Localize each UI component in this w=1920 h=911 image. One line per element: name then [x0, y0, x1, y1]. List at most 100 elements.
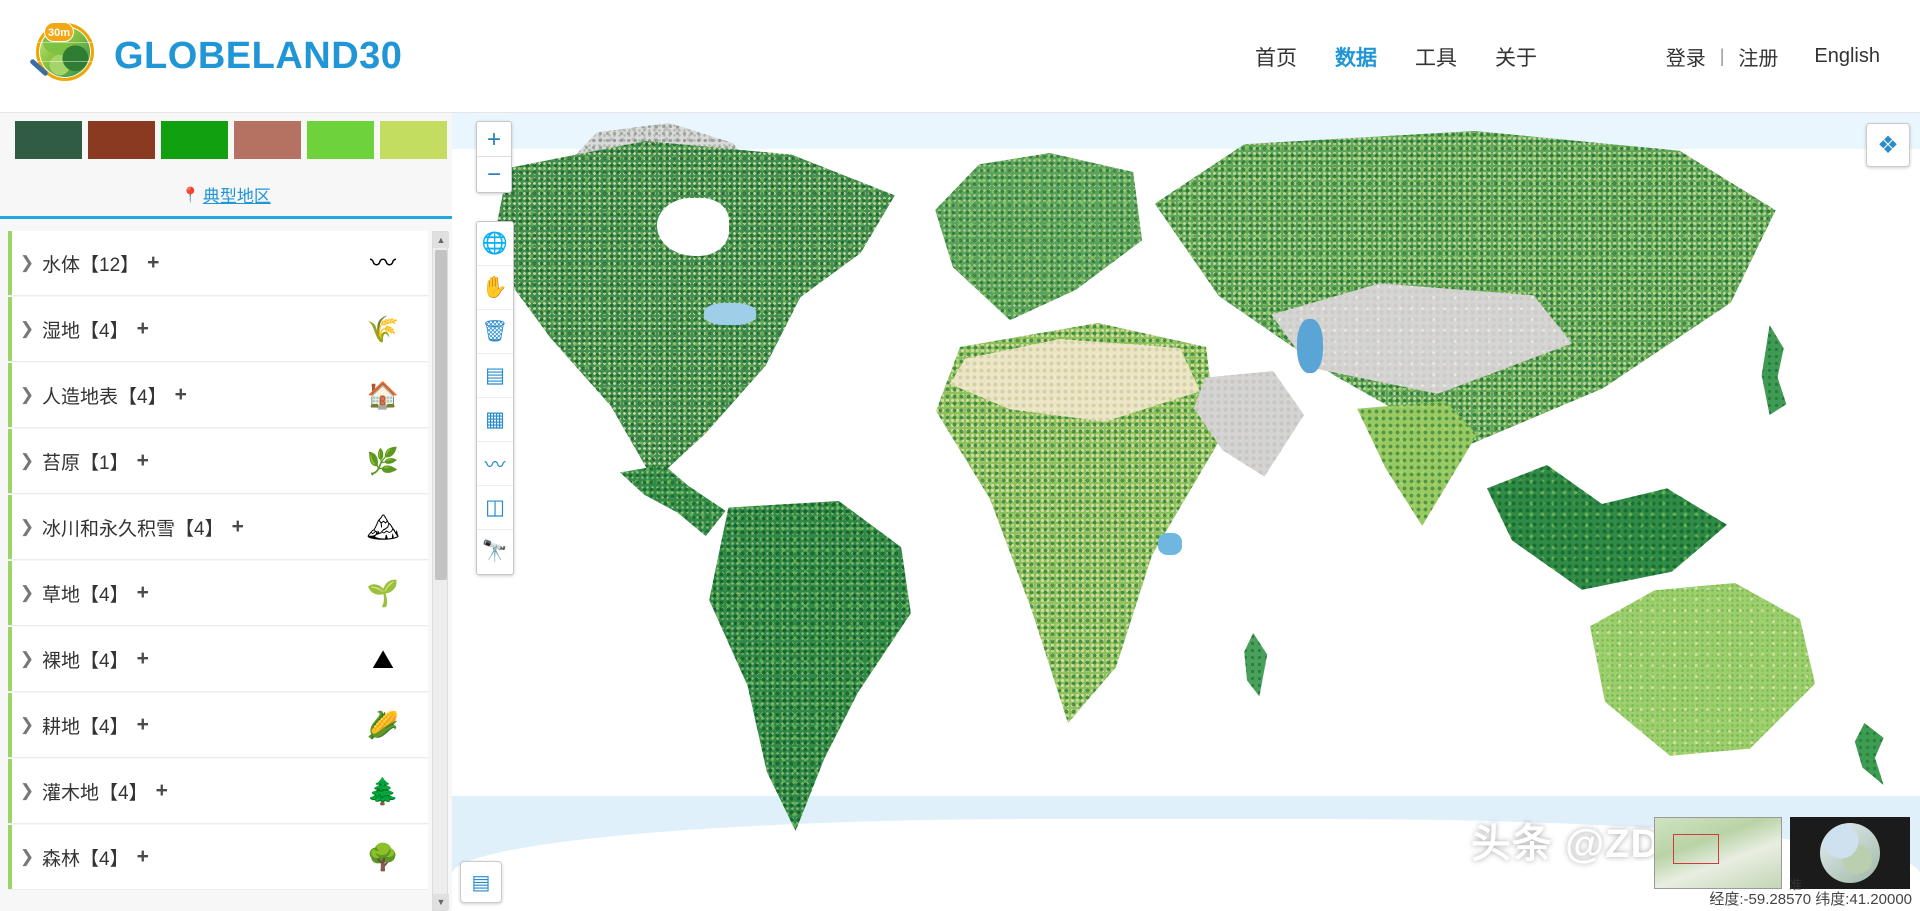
language-switch[interactable]: English [1814, 45, 1880, 68]
chevron-right-icon[interactable]: ❯ [12, 781, 42, 801]
measure-distance-tool-icon[interactable]: ▦ [477, 398, 513, 442]
category-label: 森林【4】 [42, 848, 129, 870]
logo-text: GLOBELAND30 [114, 34, 403, 77]
list-item[interactable]: ❯ 森林【4】 + 🌳 [8, 825, 428, 889]
list-item[interactable]: ❯ 灌木地【4】 + 🌲 [8, 759, 428, 823]
category-thumbnail-icon: 🏠 [366, 380, 400, 410]
list-item[interactable]: ❯ 草地【4】 + 🌱 [8, 561, 428, 625]
category-thumbnail-icon: 🌳 [366, 842, 400, 872]
chevron-right-icon[interactable]: ❯ [12, 649, 42, 669]
chevron-right-icon[interactable]: ❯ [12, 319, 42, 339]
legend-swatch[interactable] [307, 121, 374, 159]
chevron-right-icon[interactable]: ❯ [12, 847, 42, 867]
chevron-right-icon[interactable]: ❯ [12, 517, 42, 537]
great-lakes-water [704, 303, 756, 325]
nav-item-about[interactable]: 关于 [1495, 42, 1537, 72]
add-layer-button[interactable]: + [137, 845, 149, 869]
logo-resolution-badge: 30m [44, 22, 74, 42]
map-toolbar: 🌐 ✋ 🗑 ▤ ▦ 〰 ◫ 🔭 [476, 221, 514, 575]
list-item[interactable]: ❯ 冰川和永久积雪【4】 + 🏔 [8, 495, 428, 559]
globe-tool-icon[interactable]: 🌐 [477, 222, 513, 266]
chevron-right-icon[interactable]: ❯ [12, 715, 42, 735]
category-label: 草地【4】 [42, 584, 129, 606]
add-layer-button[interactable]: + [147, 251, 159, 275]
category-thumbnail-icon: 🌽 [366, 710, 400, 740]
sidebar-scrollbar[interactable]: ▲ ▼ [432, 231, 449, 911]
category-label: 裸地【4】 [42, 650, 129, 672]
zoom-control: + − [476, 121, 512, 193]
globe-preview-icon [1820, 823, 1880, 883]
add-layer-button[interactable]: + [137, 647, 149, 671]
legend-swatch[interactable] [234, 121, 301, 159]
nav-item-tools[interactable]: 工具 [1415, 42, 1457, 72]
typical-area-tab[interactable]: 📍 典型地区 [0, 173, 452, 219]
list-item[interactable]: ❯ 人造地表【4】 + 🏠 [8, 363, 428, 427]
chevron-right-icon[interactable]: ❯ [12, 253, 42, 273]
category-label: 冰川和永久积雪【4】 [42, 518, 224, 540]
chevron-right-icon[interactable]: ❯ [12, 583, 42, 603]
layer-sidebar: 📍 典型地区 ❯ 水体【12】 + 〰 ❯ 湿地【4】 + 🌾 ❯ 人造地表【4… [0, 113, 452, 911]
list-item[interactable]: ❯ 耕地【4】 + 🌽 [8, 693, 428, 757]
legend-toggle-icon[interactable]: ▤ [460, 861, 502, 903]
category-label: 灌木地【4】 [42, 782, 148, 804]
add-layer-button[interactable]: + [137, 317, 149, 341]
zoom-in-button[interactable]: + [477, 122, 511, 157]
add-layer-button[interactable]: + [137, 449, 149, 473]
category-thumbnail-icon: 🌿 [366, 446, 400, 476]
map-canvas[interactable]: + − 🌐 ✋ 🗑 ▤ ▦ 〰 ◫ 🔭 ❖ ▤ 头条 @ZDYGIS 准 经度:… [452, 113, 1920, 911]
location-pin-icon: 📍 [181, 186, 200, 204]
account-navigation: 登录 | 注册 English [1666, 0, 1880, 113]
add-layer-button[interactable]: + [137, 581, 149, 605]
typical-area-label: 典型地区 [202, 187, 271, 206]
category-thumbnail-icon: 🌲 [366, 776, 400, 806]
scroll-up-arrow[interactable]: ▲ [433, 232, 449, 248]
legend-swatch[interactable] [380, 121, 447, 159]
login-link[interactable]: 登录 [1666, 42, 1706, 71]
category-thumbnail-icon: 🌾 [366, 314, 400, 344]
category-label: 湿地【4】 [42, 320, 129, 342]
globe-logo-icon: 30m [26, 19, 100, 93]
overview-map[interactable] [1654, 817, 1782, 889]
zoom-out-button[interactable]: − [477, 157, 511, 192]
scrollbar-thumb[interactable] [435, 250, 447, 580]
binoculars-tool-icon[interactable]: 🔭 [477, 530, 513, 574]
chevron-right-icon[interactable]: ❯ [12, 385, 42, 405]
legend-swatch[interactable] [88, 121, 155, 159]
category-thumbnail-icon: 〰 [369, 248, 396, 278]
list-item[interactable]: ❯ 水体【12】 + 〰 [8, 231, 428, 295]
category-label: 水体【12】 [42, 254, 140, 276]
scroll-down-arrow[interactable]: ▼ [433, 894, 449, 910]
polyline-tool-icon[interactable]: 〰 [477, 442, 513, 486]
chevron-right-icon[interactable]: ❯ [12, 451, 42, 471]
add-layer-button[interactable]: + [175, 383, 187, 407]
pan-tool-icon[interactable]: ✋ [477, 266, 513, 310]
nav-item-data[interactable]: 数据 [1335, 42, 1377, 72]
delete-tool-icon[interactable]: 🗑 [477, 310, 513, 354]
swipe-tool-icon[interactable]: ◫ [477, 486, 513, 530]
category-label: 耕地【4】 [42, 716, 129, 738]
register-link[interactable]: 注册 [1738, 42, 1778, 71]
list-item[interactable]: ❯ 湿地【4】 + 🌾 [8, 297, 428, 361]
legend-swatch[interactable] [161, 121, 228, 159]
nav-item-home[interactable]: 首页 [1255, 42, 1297, 72]
hudson-bay [657, 198, 729, 256]
category-list: ❯ 水体【12】 + 〰 ❯ 湿地【4】 + 🌾 ❯ 人造地表【4】 + 🏠 ❯… [8, 231, 428, 911]
main-navigation: 首页 数据 工具 关于 [1255, 0, 1537, 113]
add-layer-button[interactable]: + [232, 515, 244, 539]
logo[interactable]: 30m GLOBELAND30 [26, 19, 402, 93]
layers-icon[interactable]: ❖ [1866, 123, 1910, 167]
overview-extent-box [1673, 834, 1719, 864]
lake-victoria-water [1158, 533, 1182, 555]
category-thumbnail-icon: 🏔 [366, 512, 400, 542]
coordinate-readout: 经度:-59.28570 纬度:41.20000 [1709, 891, 1912, 908]
add-layer-button[interactable]: + [137, 713, 149, 737]
measure-area-tool-icon[interactable]: ▤ [477, 354, 513, 398]
list-item[interactable]: ❯ 苔原【1】 + 🌿 [8, 429, 428, 493]
legend-swatch[interactable] [15, 121, 82, 159]
globe-preview[interactable] [1790, 817, 1910, 889]
site-header: 30m GLOBELAND30 首页 数据 工具 关于 登录 | 注册 Engl… [0, 0, 1920, 113]
list-item[interactable]: ❯ 裸地【4】 + ⛰ [8, 627, 428, 691]
legend-swatch-row [15, 121, 447, 159]
add-layer-button[interactable]: + [156, 779, 168, 803]
category-label: 人造地表【4】 [42, 386, 167, 408]
